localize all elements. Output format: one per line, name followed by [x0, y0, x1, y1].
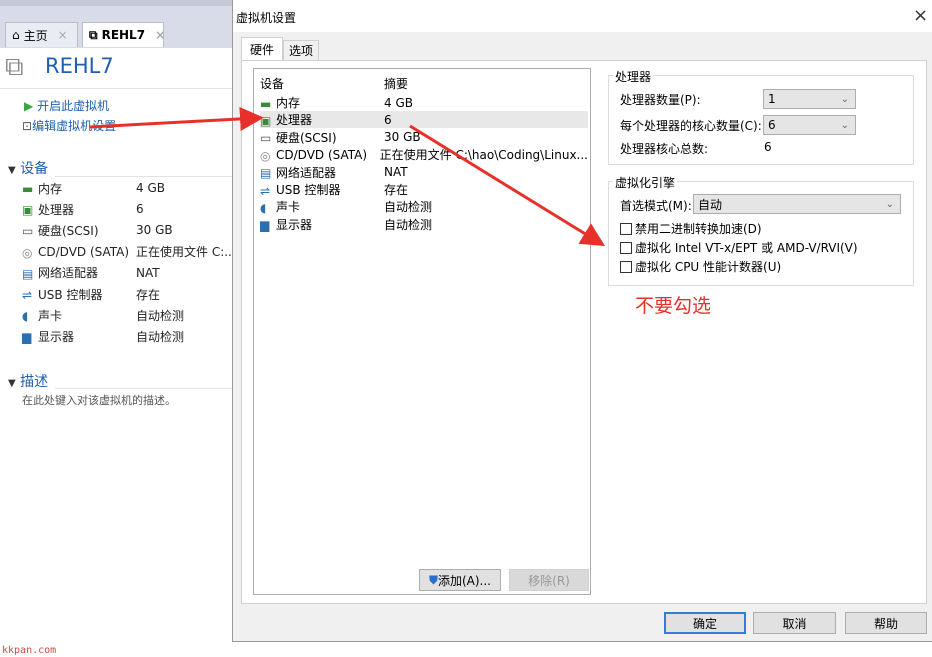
- cd-icon: ◎: [260, 148, 271, 163]
- annotation-text: 不要勾选: [635, 295, 712, 317]
- display-icon: ▆: [22, 330, 32, 345]
- device-list-item[interactable]: ▆ 显示器 自动检测: [260, 216, 588, 233]
- add-device-button[interactable]: ⛊ 添加(A)...: [419, 569, 501, 591]
- cpu-icon: ▣: [22, 203, 34, 218]
- close-tab-icon[interactable]: ×: [58, 28, 68, 42]
- chevron-down-icon: ⌄: [885, 198, 894, 210]
- disk-icon: ▭: [22, 224, 34, 239]
- network-icon: ▤: [260, 166, 272, 181]
- ok-button[interactable]: 确定: [664, 612, 746, 634]
- description-input[interactable]: 在此处键入对该虚拟机的描述。: [22, 392, 176, 408]
- total-cores-label: 处理器核心总数:: [620, 142, 709, 156]
- vm-large-icon: ⧉: [5, 52, 24, 82]
- remove-device-button[interactable]: 移除(R): [509, 569, 589, 591]
- virtualization-group-label: 虚拟化引擎: [613, 174, 678, 191]
- play-icon: ▶: [24, 99, 34, 113]
- device-row[interactable]: ◖ 声卡 自动检测: [22, 305, 237, 325]
- watermark: kkpan.com: [2, 645, 57, 656]
- tab-home[interactable]: ⌂ 主页 ×: [5, 22, 78, 47]
- device-list-item[interactable]: ⇌ USB 控制器 存在: [260, 181, 588, 198]
- preferred-mode-select[interactable]: 自动 ⌄: [693, 194, 901, 214]
- sound-icon: ◖: [22, 309, 29, 324]
- virt-option-checkbox[interactable]: 虚拟化 CPU 性能计数器(U): [620, 258, 781, 275]
- devices-section-header[interactable]: ▼ 设备: [8, 158, 48, 178]
- vm-icon: ⧉: [89, 27, 98, 42]
- disk-icon: ▭: [260, 131, 272, 146]
- sound-icon: ◖: [260, 200, 267, 215]
- network-icon: ▤: [22, 266, 34, 281]
- usb-icon: ⇌: [260, 183, 271, 198]
- virt-option-checkbox[interactable]: 禁用二进制转换加速(D): [620, 220, 762, 237]
- tab-hardware[interactable]: 硬件: [241, 37, 283, 61]
- checkbox-icon: [620, 260, 632, 273]
- checkbox-icon: [620, 241, 632, 254]
- preferred-mode-label: 首选模式(M):: [620, 199, 692, 213]
- device-row[interactable]: ◎ CD/DVD (SATA) 正在使用文件 C:...: [22, 242, 237, 262]
- edit-settings-link[interactable]: ⊡编辑虚拟机设置: [22, 117, 116, 134]
- cancel-button[interactable]: 取消: [753, 612, 836, 634]
- close-tab-icon[interactable]: ×: [155, 28, 165, 42]
- device-list-item[interactable]: ▭ 硬盘(SCSI) 30 GB: [260, 129, 588, 146]
- display-icon: ▆: [260, 218, 270, 233]
- dialog-titlebar: [233, 0, 932, 32]
- device-row[interactable]: ▤ 网络适配器 NAT: [22, 263, 237, 283]
- help-button[interactable]: 帮助: [845, 612, 927, 634]
- device-list-item[interactable]: ▬ 内存 4 GB: [260, 94, 588, 111]
- processor-count-select[interactable]: 1 ⌄: [763, 89, 856, 109]
- processor-count-label: 处理器数量(P):: [620, 93, 701, 107]
- device-row[interactable]: ▬ 内存 4 GB: [22, 178, 237, 198]
- vm-library-panel: ⌂ 主页 × ⧉ REHL7 × ⧉ REHL7 ▶ 开启此虚拟机 ⊡编辑虚拟机设置 ▼…: [0, 0, 240, 657]
- device-list-item[interactable]: ◎ CD/DVD (SATA) 正在使用文件 C:\hao\Coding\Linux…: [260, 146, 588, 163]
- tab-rehl7[interactable]: ⧉ REHL7 ×: [82, 22, 165, 47]
- usb-icon: ⇌: [22, 288, 33, 302]
- virt-option-checkbox[interactable]: 虚拟化 Intel VT-x/EPT 或 AMD-V/RVI(V): [620, 239, 858, 256]
- device-list-item[interactable]: ▣ 处理器 6: [260, 111, 588, 129]
- memory-icon: ▬: [22, 182, 34, 196]
- device-list[interactable]: 设备 摘要 ▬ 内存 4 GB ▣ 处理器 6 ▭ 硬盘(SCSI) 30 GB ◎ CD/DVD (…: [253, 68, 591, 595]
- cores-per-processor-select[interactable]: 6 ⌄: [763, 115, 856, 135]
- settings-icon: ⊡: [22, 119, 33, 133]
- chevron-down-icon: ⌄: [840, 93, 849, 105]
- chevron-down-icon: ⌄: [840, 119, 849, 131]
- device-list-item[interactable]: ◖ 声卡 自动检测: [260, 198, 588, 215]
- cpu-icon: ▣: [260, 113, 272, 128]
- close-icon[interactable]: ×: [913, 5, 928, 26]
- device-row[interactable]: ▭ 硬盘(SCSI) 30 GB: [22, 220, 237, 240]
- divider: [0, 88, 240, 89]
- processor-group-label: 处理器: [613, 68, 654, 85]
- cores-per-processor-label: 每个处理器的核心数量(C):: [620, 119, 762, 133]
- home-icon: ⌂: [12, 28, 20, 42]
- device-row[interactable]: ▣ 处理器 6: [22, 199, 237, 219]
- power-on-link[interactable]: ▶ 开启此虚拟机: [24, 97, 109, 114]
- cd-icon: ◎: [22, 245, 33, 260]
- device-row[interactable]: ⇌ USB 控制器 存在: [22, 284, 237, 304]
- device-row[interactable]: ▆ 显示器 自动检测: [22, 326, 237, 346]
- shield-icon: ⛊: [428, 572, 438, 587]
- device-list-item[interactable]: ▤ 网络适配器 NAT: [260, 164, 588, 181]
- checkbox-icon: [620, 222, 632, 235]
- total-cores-value: 6: [764, 140, 772, 154]
- vm-settings-dialog: 虚拟机设置 × 硬件 选项 设备 摘要 ▬ 内存 4 GB ▣ 处理器 6 ▭ 硬盘(SCSI)…: [232, 0, 932, 642]
- divider: [55, 176, 240, 177]
- dialog-title: 虚拟机设置: [236, 11, 297, 25]
- description-section-header[interactable]: ▼ 描述: [8, 371, 48, 391]
- divider: [55, 388, 240, 389]
- device-list-header: 设备 摘要: [260, 77, 409, 91]
- tab-options[interactable]: 选项: [283, 40, 319, 60]
- memory-icon: ▬: [260, 96, 272, 111]
- vm-title: REHL7: [45, 54, 114, 78]
